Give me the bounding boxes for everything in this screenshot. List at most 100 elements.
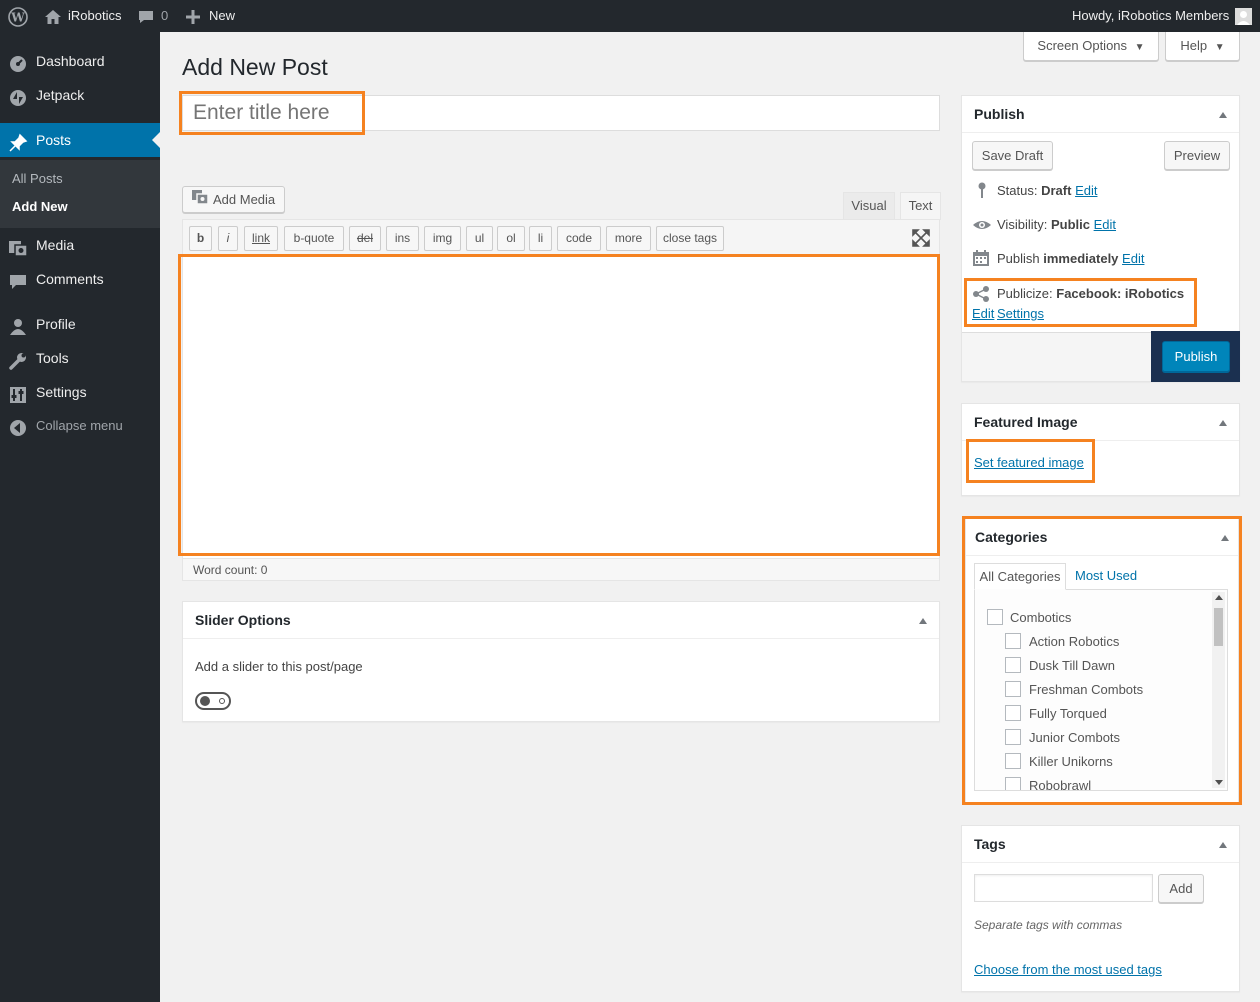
- calendar-icon: [972, 249, 990, 267]
- qt-close-tags-button[interactable]: close tags: [656, 226, 724, 251]
- slider-options-title: Slider Options: [195, 612, 291, 628]
- comments-count[interactable]: 0: [161, 0, 168, 32]
- edit-visibility-link[interactable]: Edit: [1094, 217, 1116, 232]
- categories-title: Categories: [975, 529, 1048, 545]
- fullscreen-icon[interactable]: [912, 229, 930, 250]
- page-title: Add New Post: [182, 54, 328, 80]
- plus-icon[interactable]: [186, 0, 200, 32]
- tab-text[interactable]: Text: [900, 192, 941, 220]
- comment-icon: [8, 270, 28, 290]
- tab-most-used[interactable]: Most Used: [1075, 568, 1137, 583]
- site-name-link[interactable]: iRobotics: [68, 0, 121, 32]
- sidebar-item-label: Collapse menu: [36, 418, 123, 433]
- submenu-all-posts[interactable]: All Posts: [12, 171, 63, 186]
- slider-toggle[interactable]: [195, 692, 231, 710]
- category-checkbox[interactable]: [1005, 633, 1021, 649]
- category-checkbox[interactable]: [1005, 657, 1021, 673]
- admin-sidebar: Dashboard Jetpack Posts All Posts Add Ne…: [0, 32, 160, 1002]
- comment-icon[interactable]: [137, 0, 155, 32]
- qt-img-button[interactable]: img: [424, 226, 461, 251]
- preview-button[interactable]: Preview: [1164, 141, 1230, 170]
- edit-schedule-link[interactable]: Edit: [1122, 251, 1144, 266]
- qt-italic-button[interactable]: i: [218, 226, 238, 251]
- tags-title: Tags: [974, 836, 1006, 852]
- help-button[interactable]: Help ▼: [1165, 32, 1240, 61]
- pin-icon: [8, 131, 28, 152]
- category-label: Action Robotics: [1029, 634, 1120, 649]
- category-checkbox[interactable]: [987, 609, 1003, 625]
- add-tag-button[interactable]: Add: [1158, 874, 1204, 903]
- publish-button[interactable]: Publish: [1162, 341, 1230, 372]
- category-checkbox[interactable]: [1005, 729, 1021, 745]
- sidebar-item-profile[interactable]: Profile: [0, 307, 160, 341]
- add-media-button[interactable]: Add Media: [182, 186, 285, 213]
- screen-options-button[interactable]: Screen Options ▼: [1023, 32, 1159, 61]
- chevron-down-icon: ▼: [1214, 42, 1225, 53]
- sidebar-item-comments[interactable]: Comments: [0, 262, 160, 296]
- sidebar-item-posts[interactable]: Posts: [0, 123, 160, 157]
- publicize-label: Publicize:: [997, 286, 1053, 301]
- category-checkbox[interactable]: [1005, 777, 1021, 790]
- category-label: Fully Torqued: [1029, 706, 1107, 721]
- set-featured-image-link[interactable]: Set featured image: [974, 455, 1084, 470]
- publicize-settings-link[interactable]: Settings: [997, 306, 1044, 321]
- visibility-value: Public: [1050, 217, 1090, 232]
- divider: [966, 555, 1238, 556]
- tag-input[interactable]: [974, 874, 1153, 902]
- toggle-knob: [200, 696, 210, 706]
- sidebar-item-media[interactable]: Media: [0, 228, 160, 262]
- category-checkbox[interactable]: [1005, 705, 1021, 721]
- category-checkbox[interactable]: [1005, 681, 1021, 697]
- edit-status-link[interactable]: Edit: [1075, 183, 1097, 198]
- qt-ul-button[interactable]: ul: [466, 226, 493, 251]
- qt-link-button[interactable]: link: [244, 226, 278, 251]
- post-title-input[interactable]: [182, 95, 940, 131]
- home-icon: [44, 0, 62, 32]
- qt-more-button[interactable]: more: [606, 226, 651, 251]
- wordpress-logo-icon[interactable]: W: [8, 0, 28, 32]
- user-icon: [8, 315, 28, 335]
- sidebar-item-jetpack[interactable]: Jetpack: [0, 78, 160, 112]
- category-checkbox[interactable]: [1005, 753, 1021, 769]
- qt-ol-button[interactable]: ol: [497, 226, 525, 251]
- save-draft-button[interactable]: Save Draft: [972, 141, 1053, 170]
- qt-bold-button[interactable]: b: [189, 226, 212, 251]
- howdy-account[interactable]: Howdy, iRobotics Members: [1072, 0, 1229, 32]
- qt-bquote-button[interactable]: b-quote: [284, 226, 344, 251]
- submenu-add-new[interactable]: Add New: [12, 199, 68, 214]
- tab-all-categories[interactable]: All Categories: [974, 563, 1066, 590]
- sidebar-item-collapse[interactable]: Collapse menu: [0, 409, 160, 443]
- scroll-up-icon[interactable]: [1215, 595, 1223, 600]
- post-content-textarea[interactable]: [183, 257, 939, 552]
- avatar[interactable]: [1235, 7, 1252, 26]
- status-value: Draft: [1041, 183, 1072, 198]
- sidebar-item-settings[interactable]: Settings: [0, 375, 160, 409]
- edit-publicize-link[interactable]: Edit: [972, 306, 994, 321]
- qt-code-button[interactable]: code: [557, 226, 601, 251]
- choose-tags-link[interactable]: Choose from the most used tags: [974, 962, 1162, 977]
- sidebar-item-dashboard[interactable]: Dashboard: [0, 44, 160, 78]
- qt-ins-button[interactable]: ins: [386, 226, 419, 251]
- settings-icon: [8, 383, 28, 403]
- publish-schedule-value: immediately: [1043, 251, 1119, 266]
- collapse-arrow-icon[interactable]: [1219, 420, 1227, 426]
- scrollbar-thumb[interactable]: [1214, 608, 1223, 646]
- category-label: Robobrawl: [1029, 778, 1092, 791]
- sidebar-item-tools[interactable]: Tools: [0, 341, 160, 375]
- scroll-down-icon[interactable]: [1215, 780, 1223, 785]
- jetpack-icon: [8, 86, 28, 106]
- dashboard-icon: [8, 52, 28, 72]
- collapse-arrow-icon[interactable]: [1221, 535, 1229, 541]
- sidebar-item-label: Comments: [36, 271, 104, 287]
- qt-del-button[interactable]: del: [349, 226, 381, 251]
- qt-li-button[interactable]: li: [529, 226, 552, 251]
- tab-visual[interactable]: Visual: [843, 192, 895, 219]
- collapse-arrow-icon[interactable]: [1219, 112, 1227, 118]
- new-content-link[interactable]: New: [209, 0, 235, 32]
- sidebar-item-label: Media: [36, 237, 75, 253]
- collapse-arrow-icon[interactable]: [1219, 842, 1227, 848]
- collapse-arrow-icon[interactable]: [919, 618, 927, 624]
- featured-image-box: Featured Image: [961, 403, 1240, 496]
- scrollbar[interactable]: [1212, 592, 1225, 788]
- chevron-down-icon: ▼: [1134, 42, 1145, 53]
